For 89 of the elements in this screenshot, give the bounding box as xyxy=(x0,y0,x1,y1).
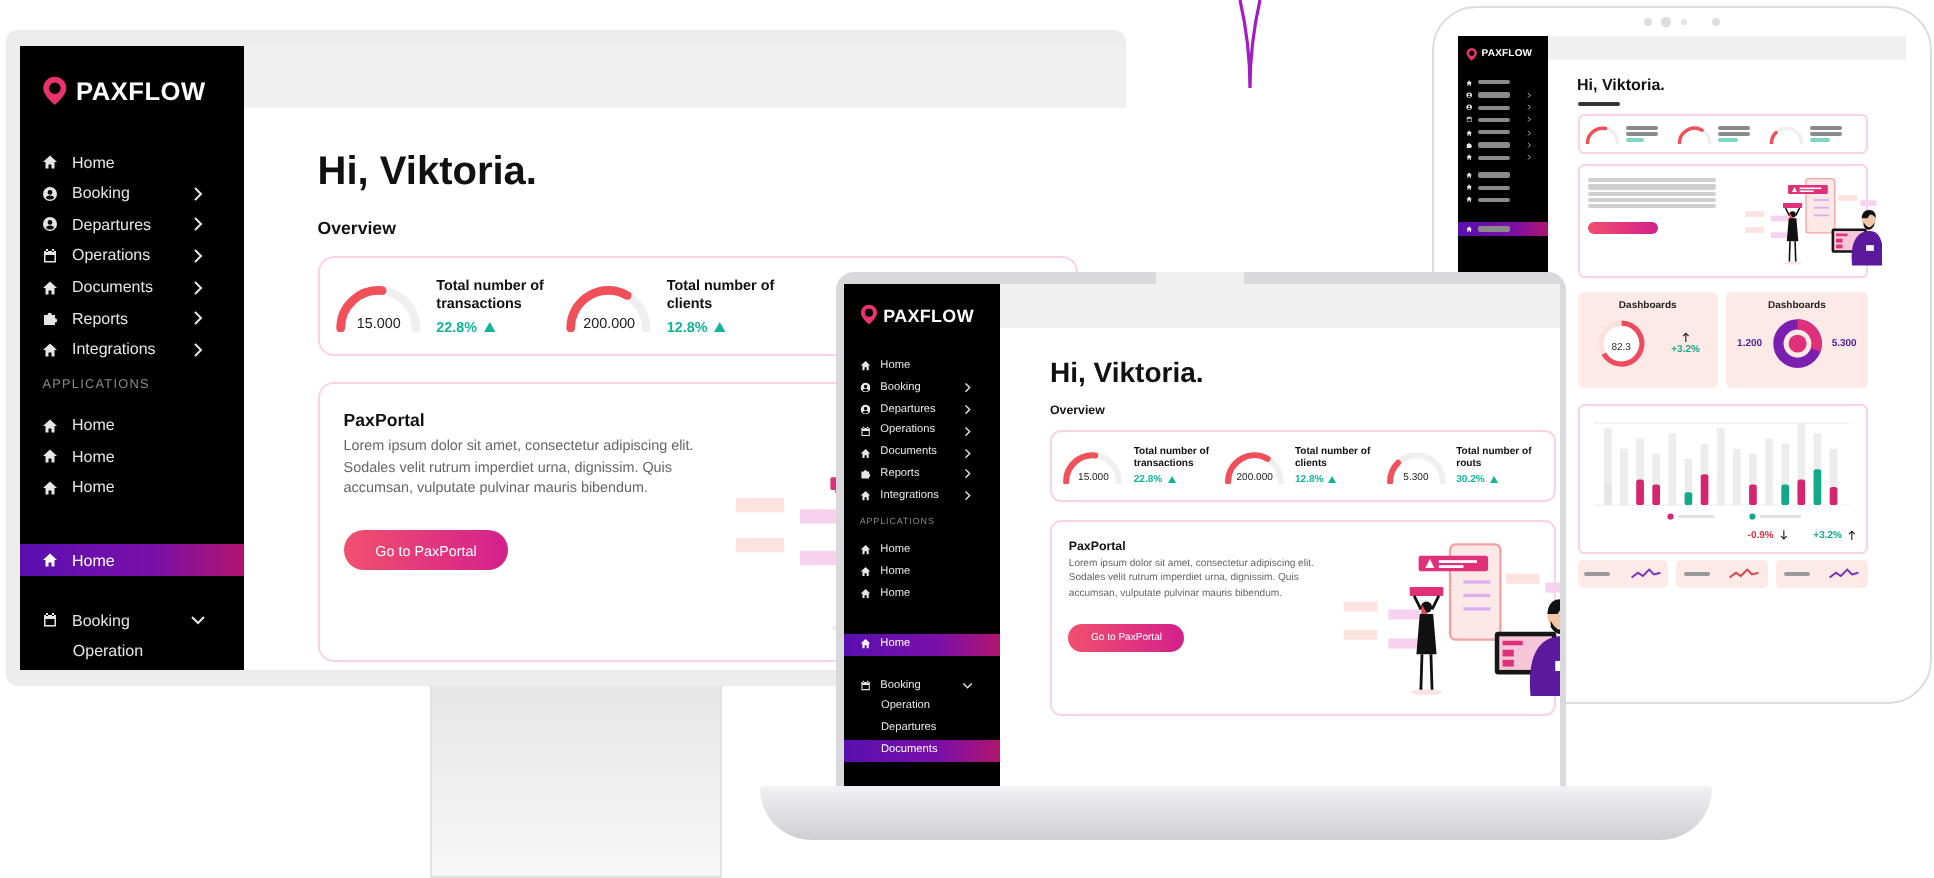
home-icon xyxy=(42,279,59,296)
greeting-title: Hi, Viktoria. xyxy=(1577,75,1667,93)
greeting-title: Hi, Viktoria. xyxy=(317,149,539,196)
webcam-notch xyxy=(1156,272,1244,288)
triangle-up-icon xyxy=(1167,476,1176,484)
home-icon xyxy=(859,359,871,371)
home-icon xyxy=(42,341,59,358)
triangle-up-icon xyxy=(714,321,727,332)
home-icon xyxy=(859,543,871,556)
home-icon xyxy=(42,154,59,171)
home-icon xyxy=(859,638,871,650)
decorative-curve xyxy=(1236,0,1264,90)
text-line xyxy=(1478,130,1511,135)
home-icon xyxy=(42,448,59,465)
location-pin-icon xyxy=(1466,45,1479,63)
sidebar-item[interactable]: Booking xyxy=(20,604,244,637)
home-icon xyxy=(859,565,871,577)
home-icon xyxy=(1466,79,1474,86)
sidebar-item[interactable]: Home xyxy=(20,472,244,504)
home-icon xyxy=(1466,129,1474,136)
user-icon xyxy=(42,216,59,233)
text-line xyxy=(1577,101,1620,107)
home-icon xyxy=(1466,184,1474,191)
sidebar-subitem[interactable]: Operation xyxy=(20,636,244,668)
triangle-up-icon xyxy=(1328,476,1337,484)
calendar-icon xyxy=(1466,116,1474,124)
brand-name: PAXFLOW xyxy=(75,75,206,106)
sidebar-item[interactable] xyxy=(1458,222,1548,236)
home-icon xyxy=(1466,225,1474,233)
text-line xyxy=(1584,572,1611,577)
triangle-up-icon xyxy=(484,321,496,332)
text-line xyxy=(1783,572,1810,577)
text-line xyxy=(1684,572,1710,577)
user-icon xyxy=(42,185,59,202)
home-icon xyxy=(859,490,871,502)
triangle-up-icon xyxy=(1489,476,1498,484)
sidebar-item[interactable]: Home xyxy=(20,146,244,178)
sidebar-item[interactable]: Home xyxy=(20,409,244,441)
text-line xyxy=(1478,105,1511,110)
home-icon xyxy=(859,447,871,459)
sidebar-item[interactable]: Operations xyxy=(20,240,244,272)
section-title: Overview xyxy=(317,217,398,238)
text-line xyxy=(1478,172,1511,178)
location-pin-icon xyxy=(859,300,878,330)
home-icon xyxy=(42,479,59,496)
text-line xyxy=(1478,117,1511,123)
home-icon xyxy=(859,587,871,599)
arrow-up-icon xyxy=(1681,331,1690,342)
arrow-up-icon xyxy=(1848,530,1857,541)
puzzle-icon xyxy=(859,468,871,481)
greeting-title: Hi, Viktoria. xyxy=(1050,356,1206,389)
home-icon xyxy=(42,417,59,434)
home-icon xyxy=(42,552,59,569)
chevron-down-icon xyxy=(189,612,206,629)
sidebar-item[interactable]: Reports xyxy=(20,302,244,334)
ring-chart-drawing xyxy=(1595,318,1647,370)
home-icon xyxy=(1466,196,1474,203)
home-icon xyxy=(1466,154,1474,161)
puzzle-icon xyxy=(42,310,59,327)
text-line xyxy=(1478,142,1511,148)
user-icon xyxy=(859,403,871,415)
sidebar-item[interactable]: Integrations xyxy=(20,333,244,366)
text-line xyxy=(1478,197,1511,203)
user-icon xyxy=(1466,104,1474,111)
puzzle-icon xyxy=(1466,141,1474,149)
user-icon xyxy=(1466,91,1474,99)
card-title: PaxPortal xyxy=(343,409,427,430)
sidebar-item[interactable]: Booking xyxy=(20,177,244,210)
sidebar-item[interactable]: Home xyxy=(20,440,244,473)
donut-chart-drawing xyxy=(1771,318,1823,370)
user-icon xyxy=(859,381,871,393)
text-line xyxy=(1478,155,1511,160)
home-icon xyxy=(1466,171,1474,179)
text-line xyxy=(1478,80,1511,85)
sidebar-item[interactable]: Documents xyxy=(20,271,244,303)
sidebar-item[interactable]: Home xyxy=(20,544,244,577)
calendar-icon xyxy=(42,247,59,264)
calendar-icon xyxy=(859,680,871,692)
chevron-down-icon xyxy=(962,680,974,692)
calendar-icon xyxy=(42,612,59,629)
sidebar-item[interactable]: Departures xyxy=(20,209,244,241)
calendar-icon xyxy=(859,425,871,437)
text-line xyxy=(1478,185,1511,190)
text-line xyxy=(1478,226,1511,232)
portal-button[interactable] xyxy=(1588,221,1658,234)
brand-name: PAXFLOW xyxy=(883,305,974,326)
arrow-down-icon xyxy=(1780,530,1788,541)
text-line xyxy=(1478,92,1511,98)
camera-dots-icon xyxy=(1642,16,1722,28)
